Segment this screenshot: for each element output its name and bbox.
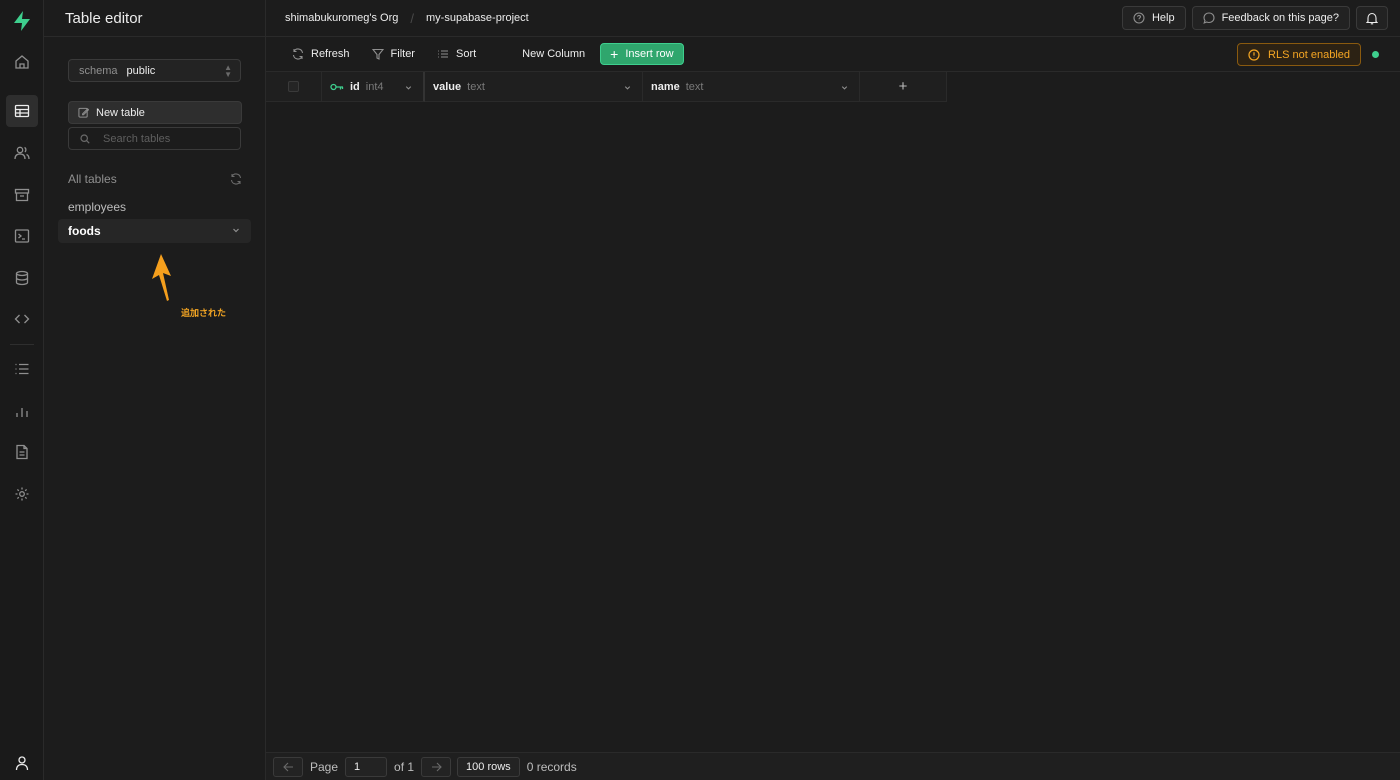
table-item-label: employees [68, 200, 127, 214]
reports-chart-icon[interactable] [6, 395, 38, 427]
help-label: Help [1151, 12, 1175, 24]
chevron-down-icon[interactable] [623, 83, 632, 92]
filter-button[interactable]: Filter [371, 48, 415, 60]
refresh-icon [292, 48, 304, 60]
insert-row-button[interactable]: + Insert row [600, 43, 684, 65]
chevron-down-icon[interactable] [231, 225, 241, 235]
page-number-input[interactable] [345, 756, 388, 777]
chevron-down-icon[interactable] [840, 83, 849, 92]
insert-row-label: Insert row [625, 48, 674, 60]
column-header-name[interactable]: name text [643, 72, 860, 102]
docs-file-icon[interactable] [6, 436, 38, 468]
annotation-label: 追加された [181, 308, 227, 318]
breadcrumb-org[interactable]: shimabukuromeg's Org [285, 12, 398, 24]
breadcrumb-project[interactable]: my-supabase-project [426, 12, 529, 24]
rows-per-page-label: 100 rows [466, 760, 511, 773]
chevron-down-icon[interactable] [404, 83, 413, 92]
alert-circle-icon [1248, 48, 1260, 61]
refresh-label: Refresh [311, 48, 350, 60]
users-icon[interactable] [6, 137, 38, 169]
schema-value: public [126, 64, 156, 77]
refresh-tables-icon[interactable] [230, 173, 242, 185]
refresh-button[interactable]: Refresh [292, 48, 350, 60]
column-header-value[interactable]: value text [425, 72, 643, 102]
rows-per-page-button[interactable]: 100 rows [457, 756, 520, 777]
new-column-label: New Column [522, 48, 586, 60]
home-icon[interactable] [6, 46, 38, 78]
rail-divider [10, 344, 34, 345]
supabase-logo-icon[interactable] [9, 8, 35, 34]
logs-list-icon[interactable] [6, 353, 38, 385]
new-column-button[interactable]: New Column [522, 48, 585, 60]
new-table-button[interactable]: New table [68, 101, 242, 124]
next-page-button[interactable] [421, 756, 452, 777]
table-editor-icon[interactable] [6, 95, 38, 127]
schema-selector[interactable]: schema public ▲ ▼ [68, 59, 241, 82]
plus-icon: + [610, 46, 619, 62]
table-item-label: foods [68, 224, 101, 238]
sql-editor-icon[interactable] [6, 220, 38, 252]
new-table-label: New table [96, 106, 145, 119]
column-name: id [350, 80, 360, 93]
all-tables-label: All tables [68, 172, 117, 186]
search-tables-field[interactable] [68, 127, 241, 150]
storage-icon[interactable] [6, 179, 38, 211]
select-all-cell [266, 72, 322, 102]
settings-gear-icon[interactable] [6, 478, 38, 510]
sort-label: Sort [455, 48, 477, 60]
bell-icon [1366, 12, 1378, 24]
sort-button[interactable]: Sort [437, 48, 476, 60]
filter-icon [371, 48, 384, 60]
help-circle-icon [1133, 12, 1145, 24]
grid-header: id int4 value text name text + [266, 72, 947, 102]
sort-icon [437, 50, 448, 58]
column-type: text [467, 80, 485, 93]
all-tables-header: All tables [68, 172, 242, 186]
column-header-id[interactable]: id int4 [322, 72, 425, 102]
feedback-button[interactable]: Feedback on this page? [1191, 6, 1350, 30]
api-code-icon[interactable] [6, 303, 38, 335]
feedback-label: Feedback on this page? [1221, 12, 1339, 24]
sidebar-title: Table editor [44, 0, 265, 37]
search-tables-input[interactable] [103, 132, 233, 145]
page-count-label: of 1 [394, 759, 415, 774]
records-count: 0 records [526, 759, 577, 774]
breadcrumb-separator: / [410, 10, 414, 26]
arrow-left-icon [282, 762, 293, 771]
previous-page-button[interactable] [273, 756, 303, 777]
page-label: Page [310, 759, 339, 774]
pagination-footer: Page of 1 100 rows 0 records [266, 752, 1400, 780]
filter-label: Filter [390, 48, 415, 60]
table-item-employees[interactable]: employees [58, 195, 251, 219]
connection-status-dot [1372, 51, 1379, 58]
table-item-foods[interactable]: foods [58, 219, 251, 243]
account-user-icon[interactable] [6, 747, 38, 779]
search-icon [80, 133, 90, 144]
edit-icon [78, 107, 89, 118]
chevron-up-down-icon: ▲ ▼ [224, 63, 232, 79]
add-column-button[interactable]: + [860, 72, 947, 102]
column-type: int4 [365, 80, 384, 93]
column-name: value [433, 80, 462, 93]
table-editor-sidebar: Table editor schema public ▲ ▼ New table … [44, 0, 266, 780]
message-circle-icon [1202, 12, 1215, 24]
primary-key-icon [330, 83, 344, 90]
icon-rail [0, 0, 44, 780]
select-all-checkbox[interactable] [288, 81, 299, 92]
column-name: name [651, 80, 680, 93]
annotation-arrow-icon [152, 254, 171, 301]
arrow-right-icon [431, 762, 442, 771]
rls-warning-badge[interactable]: RLS not enabled [1237, 43, 1361, 66]
grid-toolbar: Refresh Filter Sort New Column + Insert … [266, 37, 1400, 72]
help-button[interactable]: Help [1121, 6, 1186, 30]
notifications-button[interactable] [1356, 6, 1388, 30]
schema-label: schema [79, 64, 118, 77]
plus-icon: + [898, 78, 908, 95]
database-icon[interactable] [6, 262, 38, 294]
column-type: text [685, 80, 704, 93]
rls-label: RLS not enabled [1268, 48, 1350, 61]
top-bar: shimabukuromeg's Org / my-supabase-proje… [266, 0, 1400, 37]
